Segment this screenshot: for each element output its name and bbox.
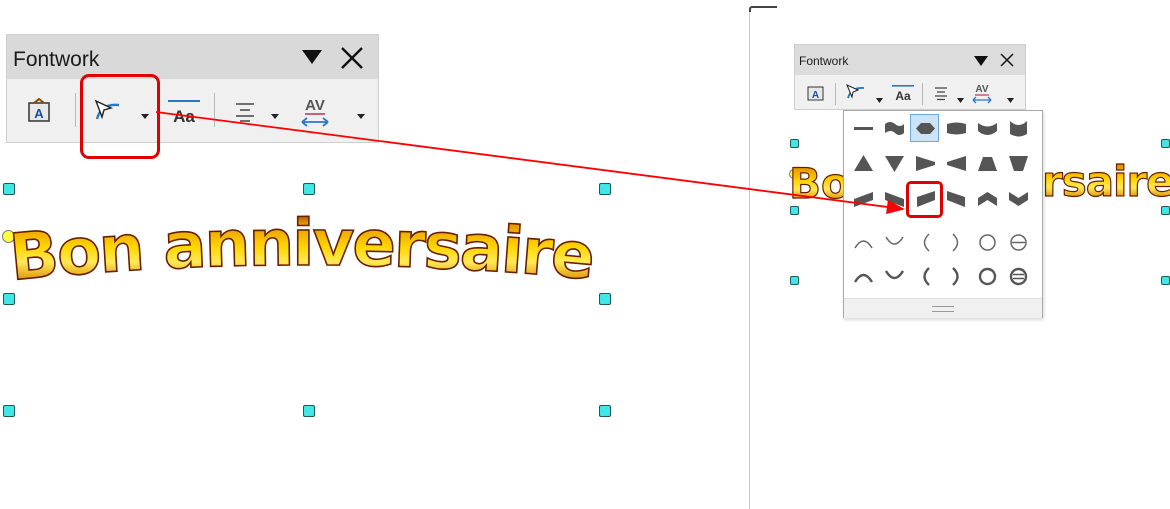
svg-text:Aa: Aa [895,89,911,103]
shape-inflate-icon[interactable] [914,117,937,140]
shape-circle-curve-icon[interactable] [976,231,999,254]
align-center-icon[interactable] [933,86,949,101]
resize-grip[interactable] [932,306,954,312]
shape-arch-left-curve-icon[interactable] [914,231,937,254]
shape-curve-down-icon[interactable] [976,117,999,140]
dropdown-arrow-icon[interactable] [876,91,884,103]
fontwork-text-right-left[interactable]: Bo [787,150,847,210]
toolbar-separator [835,83,836,105]
right-toolbar-title: Fontwork [799,54,849,68]
svg-text:AV: AV [305,97,325,114]
svg-text:A: A [34,106,44,121]
shape-arch-down-pour-icon[interactable] [883,265,906,288]
selection-handle[interactable] [1161,276,1170,285]
shape-triangle-down-icon[interactable] [883,152,906,175]
fontwork-text-right-right[interactable]: rsaire [1042,148,1170,210]
fontwork-gallery-icon[interactable]: A [807,85,825,101]
shape-arch-down-curve-icon[interactable] [883,231,906,254]
shape-fade-down-icon[interactable] [1007,152,1030,175]
selection-handle[interactable] [303,405,315,417]
character-spacing-icon[interactable]: AV [298,93,332,131]
shape-circle-pour-icon[interactable] [976,265,999,288]
selection-handle[interactable] [3,405,15,417]
same-letter-heights-icon[interactable]: Aa [167,97,201,127]
shape-deflate-icon[interactable] [945,117,968,140]
fontwork-text: Bo [789,159,847,208]
selection-handle[interactable] [790,276,799,285]
shape-chevron-up-icon[interactable] [976,187,999,210]
shape-chevron-down-icon[interactable] [1007,187,1030,210]
triangle-down-icon[interactable] [973,54,989,66]
shape-cell-highlight [906,181,943,218]
shape-open-circle-pour-icon[interactable] [1007,265,1030,288]
right-fontwork-toolbar: Fontwork A Aa AV [794,44,1026,110]
same-letter-heights-icon[interactable]: Aa [891,83,915,103]
shape-arch-up-curve-icon[interactable] [852,231,875,254]
page-corner [749,6,777,12]
left-toolbar-title: Fontwork [13,48,100,71]
selection-handle[interactable] [3,183,15,195]
triangle-down-icon[interactable] [300,47,326,67]
selection-handle[interactable] [1161,139,1170,148]
fontwork-text-left[interactable]: Bon anniversaire [0,195,620,305]
fontwork-text: Bon anniversaire [6,206,599,296]
svg-text:AV: AV [975,84,988,95]
dropdown-arrow-icon[interactable] [1007,91,1015,103]
shape-slant-down-icon[interactable] [883,187,906,210]
dropdown-arrow-icon[interactable] [957,91,965,103]
selection-handle[interactable] [303,183,315,195]
dropdown-arrow-icon[interactable] [357,108,367,119]
toolbar-separator [75,93,76,127]
character-spacing-icon[interactable]: AV [971,81,993,105]
shape-curve-up-icon[interactable] [1007,117,1030,140]
fontwork-gallery-icon[interactable]: A [27,97,53,124]
svg-text:Aa: Aa [173,107,195,126]
shape-fade-up-icon[interactable] [976,152,999,175]
selection-handle[interactable] [599,183,611,195]
shape-slant-up-icon[interactable] [852,187,875,210]
shape-arch-up-pour-icon[interactable] [852,265,875,288]
close-icon[interactable] [999,52,1015,68]
page-border [749,10,750,509]
selection-handle[interactable] [790,139,799,148]
close-icon[interactable] [338,44,366,72]
toolbar-separator [214,93,215,127]
shape-wave-icon[interactable] [883,117,906,140]
svg-text:Bon anniversaire: Bon anniversaire [7,207,596,296]
shape-arch-right-pour-icon[interactable] [945,265,968,288]
toolbar-separator [922,83,923,105]
shape-arch-left-pour-icon[interactable] [914,265,937,288]
shape-button-highlight [80,74,160,159]
shape-plain-text-icon[interactable] [852,117,875,140]
shape-fade-right-icon[interactable] [914,152,937,175]
shape-fade-up-left-icon[interactable] [945,187,968,210]
shape-triangle-up-icon[interactable] [852,152,875,175]
fontwork-text: rsaire [1042,157,1170,206]
shape-fade-left-icon[interactable] [945,152,968,175]
left-fontwork-toolbar: Fontwork A Aa AV [6,34,379,143]
dropdown-arrow-icon[interactable] [271,108,281,119]
selection-handle[interactable] [599,405,611,417]
shape-arch-right-curve-icon[interactable] [945,231,968,254]
fontwork-shape-icon[interactable] [845,82,867,104]
shape-open-circle-curve-icon[interactable] [1007,231,1030,254]
svg-text:A: A [812,90,819,101]
align-center-icon[interactable] [233,101,257,123]
